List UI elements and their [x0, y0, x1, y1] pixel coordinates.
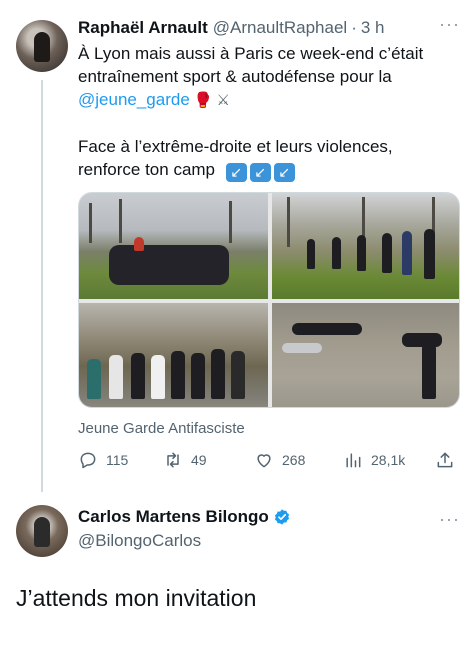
- arrow-down-left-icon: ↙: [249, 163, 271, 182]
- mention-link[interactable]: @jeune_garde: [78, 90, 190, 109]
- tweet-text-line: À Lyon mais aussi à Paris ce week-end c’…: [78, 44, 424, 63]
- media-caption[interactable]: Jeune Garde Antifasciste: [78, 420, 245, 437]
- like-icon: [257, 454, 271, 468]
- media-grid: [78, 192, 460, 408]
- tweet-text-line: renforce ton camp: [78, 160, 216, 179]
- tweet-text-line: entraînement sport & autodéfense pour la: [78, 67, 392, 86]
- photo-park-exercise[interactable]: [272, 193, 459, 299]
- reply-count: 115: [106, 452, 129, 468]
- retweet-count: 49: [191, 452, 207, 468]
- boxing-glove-icon: 🥊: [193, 92, 213, 109]
- tweet-text: À Lyon mais aussi à Paris ce week-end c’…: [78, 42, 458, 182]
- retweet-button[interactable]: 49: [163, 450, 207, 470]
- separator: ·: [351, 18, 357, 37]
- like-button[interactable]: 268: [254, 450, 305, 470]
- more-options-icon[interactable]: ···: [439, 509, 460, 530]
- more-options-icon[interactable]: ···: [439, 14, 460, 35]
- arrow-down-left-icon: ↙: [225, 163, 247, 182]
- share-icon: [437, 452, 453, 468]
- author-name[interactable]: Raphaël Arnault: [78, 18, 208, 38]
- tweet-text-line: Face à l’extrême-droite et leurs violenc…: [78, 137, 393, 156]
- tweet-time[interactable]: 3 h: [361, 18, 385, 38]
- views-button[interactable]: 28,1k: [343, 450, 405, 470]
- reply-icon: [80, 452, 96, 469]
- views-count: 28,1k: [371, 452, 406, 468]
- author-handle[interactable]: @ArnaultRaphael: [213, 18, 347, 38]
- photo-pushups[interactable]: [272, 303, 459, 407]
- avatar[interactable]: [16, 20, 68, 72]
- reply-text: J’attends mon invitation: [16, 585, 257, 611]
- avatar[interactable]: [16, 505, 68, 557]
- share-button[interactable]: [435, 450, 463, 470]
- retweet-icon: [167, 452, 179, 468]
- photo-group-hedge[interactable]: [79, 303, 268, 407]
- views-icon: [346, 453, 361, 468]
- reply-author-handle[interactable]: @BilongoCarlos: [78, 531, 460, 551]
- photo-group-training[interactable]: [79, 193, 268, 299]
- arrow-down-left-icon: ↙: [273, 163, 295, 182]
- reply-button[interactable]: 115: [78, 450, 128, 470]
- like-count: 268: [282, 452, 306, 468]
- tweet-actions: 115 49 268 28,1k: [78, 450, 460, 472]
- thread-connector-line: [41, 80, 43, 492]
- tweet-header: Raphaël Arnault @ArnaultRaphael · 3 h ··…: [78, 14, 460, 40]
- reply-author-name[interactable]: Carlos Martens Bilongo: [78, 507, 269, 527]
- reply-header: Carlos Martens Bilongo @BilongoCarlos ··…: [78, 507, 460, 551]
- crossed-swords-icon: ⚔: [216, 92, 230, 109]
- verified-badge-icon: [274, 509, 289, 525]
